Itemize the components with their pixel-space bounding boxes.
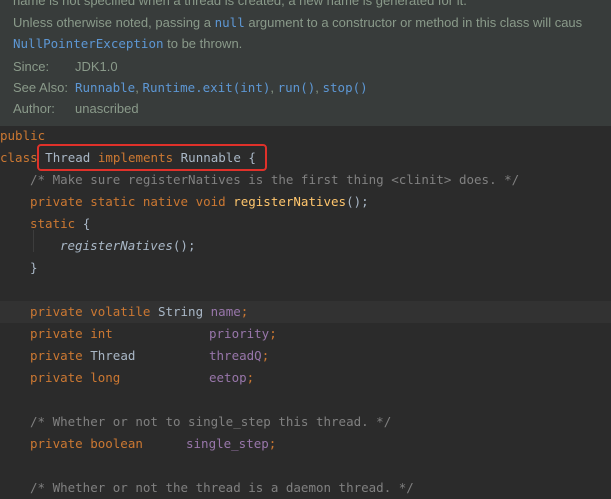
code-line-static: static {: [30, 216, 91, 231]
doc-see-also: See Also: Runnable, Runtime.exit(int), ru…: [13, 80, 368, 95]
code-line-comment-2: /* Whether or not to single_step this th…: [30, 414, 392, 429]
code-editor[interactable]: public class Thread implements Runnable …: [0, 126, 611, 496]
doc-line-0: name is not specified when a thread is c…: [13, 0, 467, 8]
code-line-field-name: private volatile String name;: [0, 301, 611, 323]
doc-line-1: Unless otherwise noted, passing a null a…: [13, 15, 583, 30]
code-line-close-brace: }: [30, 260, 38, 275]
code-line-field-priority: private int priority;: [30, 326, 277, 341]
code-line-register-call: registerNatives();: [60, 238, 196, 253]
javadoc-popup: name is not specified when a thread is c…: [0, 0, 611, 126]
doc-since: Since: JDK1.0: [13, 59, 118, 74]
link-runtime-exit[interactable]: Runtime.exit(int): [142, 80, 270, 95]
link-run[interactable]: run(): [278, 80, 316, 95]
npe-link[interactable]: NullPointerException: [13, 36, 164, 51]
code-line-comment-1: /* Make sure registerNatives is the firs…: [30, 172, 520, 187]
link-runnable[interactable]: Runnable: [75, 80, 135, 95]
highlight-box: [37, 144, 267, 171]
code-line-field-single-step: private boolean single_step;: [30, 436, 277, 451]
code-line-field-threadq: private Thread threadQ;: [30, 348, 270, 363]
doc-author: Author: unascribed: [13, 101, 139, 116]
code-line-field-eetop: private long eetop;: [30, 370, 255, 385]
link-stop[interactable]: stop(): [323, 80, 368, 95]
code-line-register-decl: private static native void registerNativ…: [30, 194, 369, 209]
doc-line-2: NullPointerException to be thrown.: [13, 36, 243, 51]
